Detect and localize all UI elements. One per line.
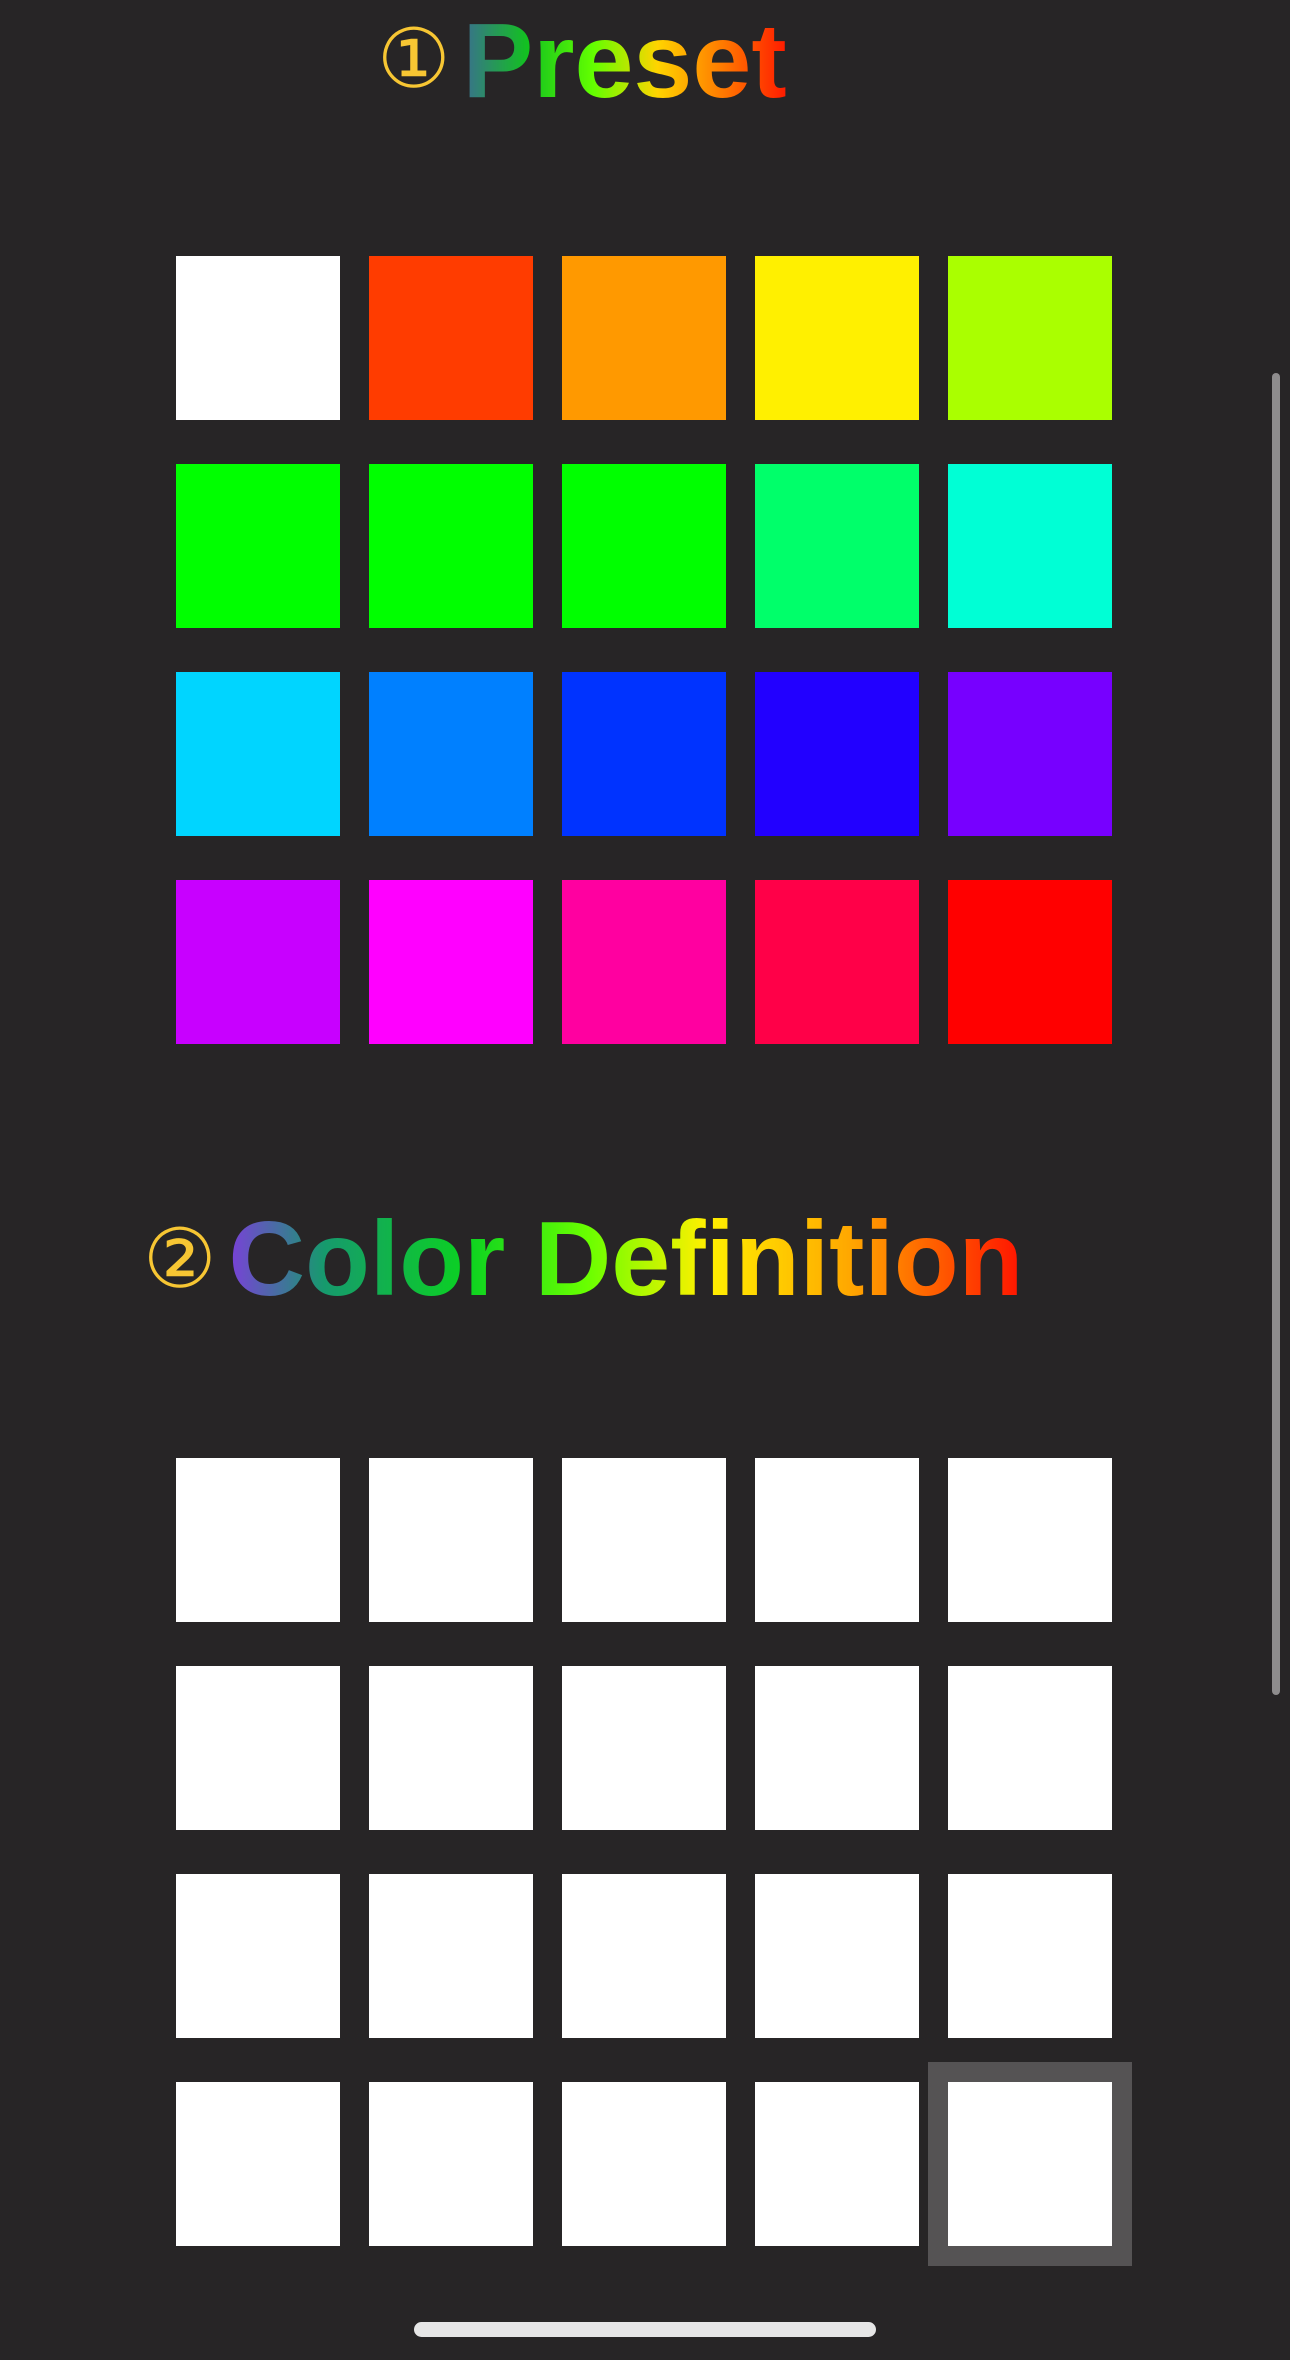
custom-color-swatch-18[interactable] <box>562 2082 726 2246</box>
preset-swatch-4[interactable] <box>755 256 919 420</box>
custom-color-swatch-1[interactable] <box>176 1458 340 1622</box>
preset-swatch-3[interactable] <box>562 256 726 420</box>
preset-swatch-13[interactable] <box>562 672 726 836</box>
custom-color-swatch-8[interactable] <box>562 1666 726 1830</box>
preset-swatch-grid <box>176 256 1112 1044</box>
color-definition-title-text: Color Definition <box>228 1200 1024 1318</box>
preset-swatch-1[interactable] <box>176 256 340 420</box>
custom-color-swatch-11[interactable] <box>176 1874 340 2038</box>
preset-title-text: Preset <box>462 2 787 120</box>
color-definition-section-title: ② Color Definition <box>143 1206 1023 1312</box>
preset-swatch-14[interactable] <box>755 672 919 836</box>
preset-swatch-2[interactable] <box>369 256 533 420</box>
preset-swatch-15[interactable] <box>948 672 1112 836</box>
custom-color-swatch-16[interactable] <box>176 2082 340 2246</box>
custom-color-swatch-14[interactable] <box>755 1874 919 2038</box>
section-number-2: ② <box>143 1212 217 1307</box>
preset-swatch-6[interactable] <box>176 464 340 628</box>
custom-color-swatch-3[interactable] <box>562 1458 726 1622</box>
custom-color-swatch-13[interactable] <box>562 1874 726 2038</box>
preset-swatch-18[interactable] <box>562 880 726 1044</box>
preset-swatch-17[interactable] <box>369 880 533 1044</box>
home-indicator[interactable] <box>414 2322 876 2337</box>
custom-color-swatch-2[interactable] <box>369 1458 533 1622</box>
vertical-scrollbar[interactable] <box>1272 373 1280 1695</box>
custom-color-swatch-9[interactable] <box>755 1666 919 1830</box>
section-number-1: ① <box>377 12 451 107</box>
color-definition-swatch-grid <box>176 1458 1132 2266</box>
custom-color-swatch-19[interactable] <box>755 2082 919 2246</box>
preset-swatch-16[interactable] <box>176 880 340 1044</box>
preset-swatch-20[interactable] <box>948 880 1112 1044</box>
preset-swatch-9[interactable] <box>755 464 919 628</box>
custom-color-swatch-5[interactable] <box>948 1458 1112 1622</box>
preset-swatch-12[interactable] <box>369 672 533 836</box>
custom-color-swatch-10[interactable] <box>948 1666 1112 1830</box>
custom-color-swatch-7[interactable] <box>369 1666 533 1830</box>
preset-swatch-19[interactable] <box>755 880 919 1044</box>
custom-color-swatch-15[interactable] <box>948 1874 1112 2038</box>
preset-swatch-5[interactable] <box>948 256 1112 420</box>
custom-color-swatch-6[interactable] <box>176 1666 340 1830</box>
custom-color-swatch-20[interactable] <box>928 2062 1132 2266</box>
preset-section-title: ① Preset <box>377 8 787 114</box>
preset-swatch-7[interactable] <box>369 464 533 628</box>
custom-color-swatch-12[interactable] <box>369 1874 533 2038</box>
preset-swatch-10[interactable] <box>948 464 1112 628</box>
custom-color-swatch-17[interactable] <box>369 2082 533 2246</box>
preset-swatch-8[interactable] <box>562 464 726 628</box>
custom-color-swatch-4[interactable] <box>755 1458 919 1622</box>
preset-swatch-11[interactable] <box>176 672 340 836</box>
